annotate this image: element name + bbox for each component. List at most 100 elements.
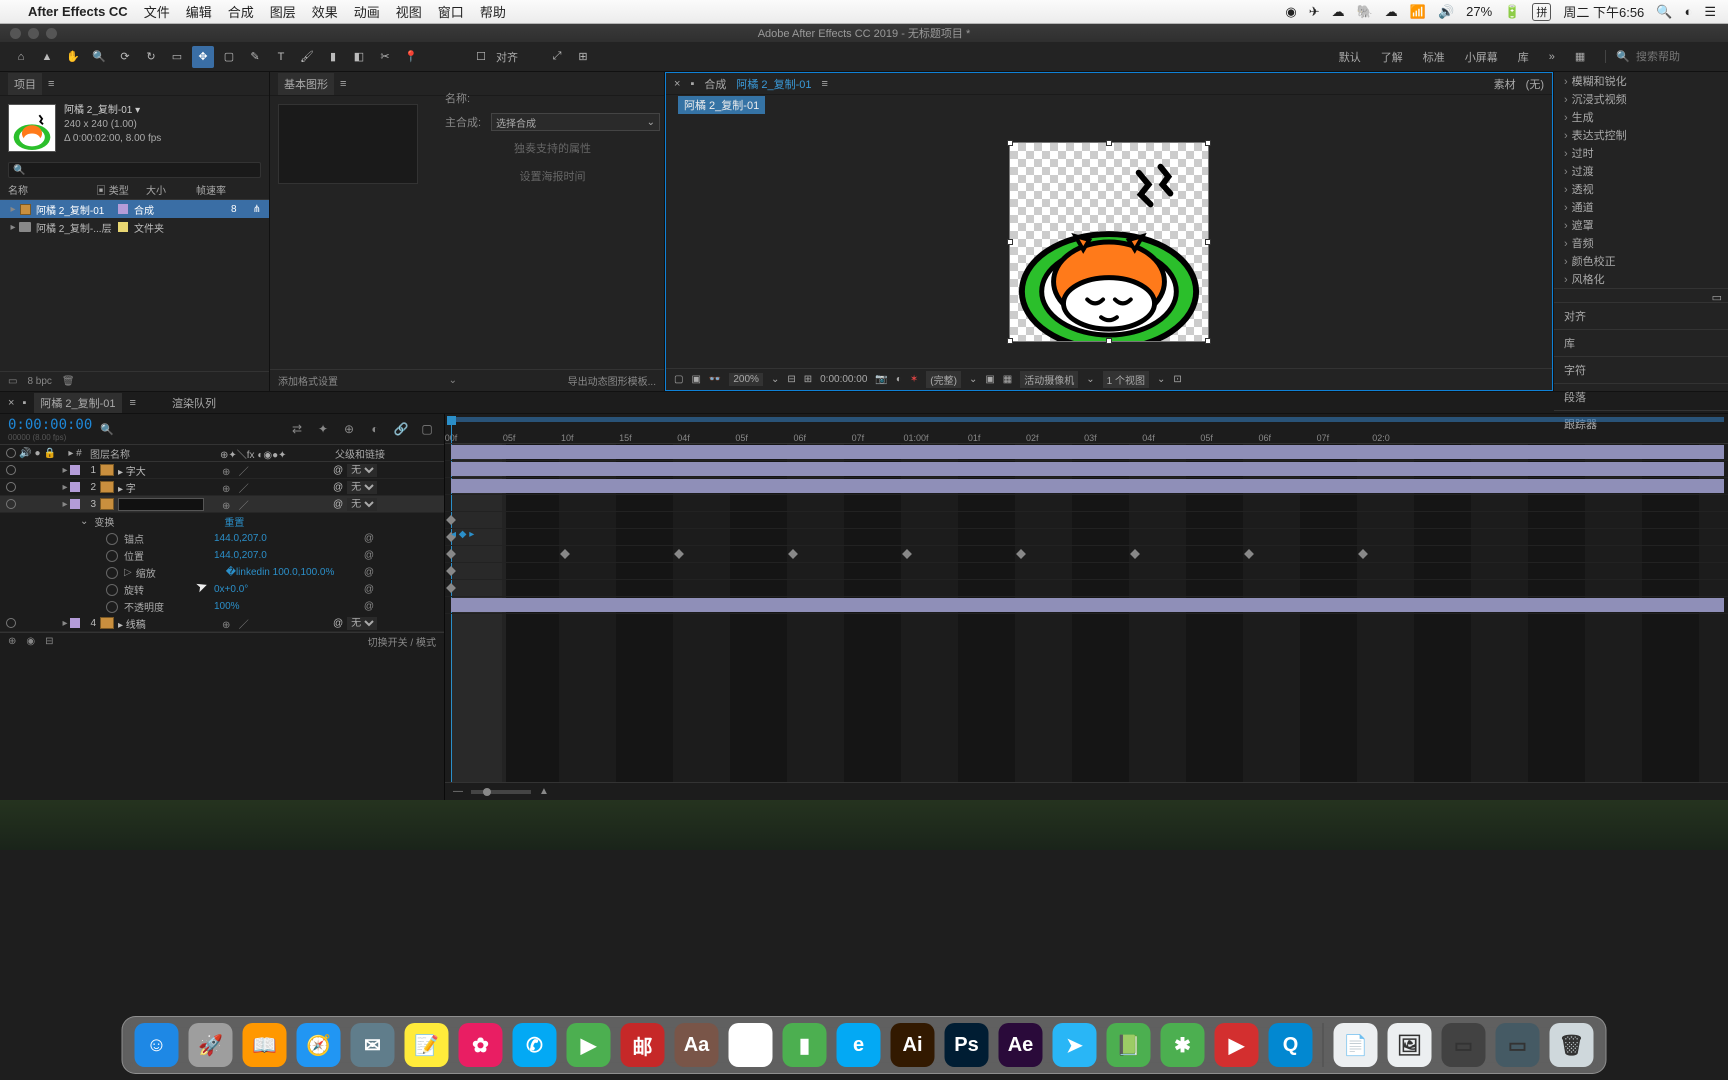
track-row[interactable]	[445, 512, 1728, 529]
col-parent[interactable]: 父级和链接	[335, 446, 444, 461]
property-value[interactable]: 144.0,207.0	[214, 533, 267, 544]
dock-app[interactable]: 📗	[1107, 1023, 1151, 1067]
dock-app[interactable]: ✿	[459, 1023, 503, 1067]
layer-color[interactable]	[70, 482, 80, 492]
dock-app[interactable]: Ps	[945, 1023, 989, 1067]
fx-category[interactable]: 风格化	[1554, 270, 1728, 288]
zoom-tool[interactable]: 🔍	[88, 46, 110, 68]
keyframe[interactable]	[1244, 549, 1254, 559]
parent-dropdown[interactable]: 无	[347, 464, 377, 477]
viewer-camera[interactable]: 活动摄像机	[1020, 371, 1078, 388]
clock[interactable]: 周二 下午6:56	[1563, 2, 1644, 21]
orbit-tool[interactable]: ⟳	[114, 46, 136, 68]
dock-app[interactable]: 📖	[243, 1023, 287, 1067]
visibility-toggle[interactable]	[6, 499, 16, 509]
viewer-btn[interactable]: ▦	[1003, 374, 1012, 385]
parent-dropdown[interactable]: 无	[347, 617, 377, 630]
track-row[interactable]	[445, 444, 1728, 461]
project-item-name[interactable]: 阿橘 2_复制-01 ▾	[64, 104, 161, 118]
pickwhip-icon[interactable]: @	[333, 482, 343, 493]
dock-app[interactable]: 🧭	[297, 1023, 341, 1067]
ime-indicator[interactable]: 拼	[1532, 3, 1551, 21]
timeline-comp-tab[interactable]: 阿橘 2_复制-01	[34, 393, 121, 413]
track-row[interactable]	[445, 597, 1728, 614]
status-icon[interactable]: ✈	[1309, 4, 1320, 20]
volume-icon[interactable]: 🔊	[1438, 4, 1454, 20]
twisty-icon[interactable]: ▸	[60, 499, 70, 510]
property-rotation[interactable]: 旋转0x+0.0°@	[0, 581, 444, 598]
dock-app[interactable]: ▭	[1496, 1023, 1540, 1067]
menu-effect[interactable]: 效果	[312, 2, 338, 21]
keyframe[interactable]	[674, 549, 684, 559]
brush-tool[interactable]: 🖌	[296, 46, 318, 68]
layer-bar[interactable]	[451, 479, 1724, 493]
keyframe[interactable]	[560, 549, 570, 559]
tl-foot-icon[interactable]: ⊕	[8, 636, 16, 647]
stopwatch-icon[interactable]	[106, 533, 118, 545]
dock-app[interactable]: Q	[1269, 1023, 1313, 1067]
viewer-btn[interactable]: 👓	[709, 374, 721, 385]
battery-icon[interactable]: 🔋	[1504, 4, 1520, 20]
keyframe-nav[interactable]: ◂ ◆ ▸	[451, 529, 474, 540]
property-opacity[interactable]: 不透明度100%@	[0, 598, 444, 615]
viewer-btn[interactable]: ▢	[674, 374, 683, 385]
fx-category[interactable]: 过渡	[1554, 162, 1728, 180]
layer-row[interactable]: ▸ 4 ▸ 线稿 ⊕ ／ @ 无	[0, 615, 444, 632]
col-size[interactable]: 大小	[146, 182, 196, 197]
layer-bar[interactable]	[451, 598, 1724, 612]
layer-switches[interactable]: ⊕ ／	[218, 480, 333, 495]
dock-app[interactable]: ▭	[1442, 1023, 1486, 1067]
track-row[interactable]	[445, 478, 1728, 495]
eraser-tool[interactable]: ◧	[348, 46, 370, 68]
pickwhip-icon[interactable]: @	[333, 465, 343, 476]
keyframe[interactable]	[1358, 549, 1368, 559]
keyframe[interactable]	[1016, 549, 1026, 559]
interpret-icon[interactable]: ▭	[8, 376, 17, 387]
stopwatch-icon[interactable]	[106, 601, 118, 613]
property-anchor[interactable]: 锚点144.0,207.0@	[0, 530, 444, 547]
workspace-grid-icon[interactable]: ▦	[1575, 50, 1585, 63]
rect-tool[interactable]: ▢	[218, 46, 240, 68]
layer-name[interactable]: ▸ 线稿	[118, 616, 218, 631]
dock-app[interactable]: 📄	[1334, 1023, 1378, 1067]
layer-name[interactable]: ▸ 字	[118, 480, 218, 495]
track-row[interactable]	[445, 580, 1728, 597]
tl-opt-icon[interactable]: 🔗	[392, 420, 410, 438]
property-position[interactable]: 位置144.0,207.0@	[0, 547, 444, 564]
layer-name[interactable]: ▸ 字大	[118, 463, 218, 478]
dock-app[interactable]: 🗑	[1550, 1023, 1594, 1067]
dock-app[interactable]: 🚀	[189, 1023, 233, 1067]
workspace-learn[interactable]: 了解	[1381, 49, 1403, 65]
layer-row[interactable]: ▸ 3 ⊕ ／ @ 无	[0, 496, 444, 513]
layer-switches[interactable]: ⊕ ／	[218, 497, 333, 512]
layer-bar[interactable]	[451, 445, 1724, 459]
layer-switches[interactable]: ⊕ ／	[218, 463, 333, 478]
layer-row[interactable]: ▸ 1 ▸ 字大 ⊕ ／ @ 无	[0, 462, 444, 479]
viewer-zoom[interactable]: 200%	[729, 373, 763, 386]
visibility-toggle[interactable]	[6, 465, 16, 475]
stopwatch-icon[interactable]	[106, 567, 118, 579]
fx-category[interactable]: 音频	[1554, 234, 1728, 252]
property-value[interactable]: �linkedin 100.0,100.0%	[226, 567, 335, 578]
roto-tool[interactable]: ✂	[374, 46, 396, 68]
zoom-in-icon[interactable]: ▲	[539, 786, 549, 797]
tl-opt-icon[interactable]: ✦	[314, 420, 332, 438]
puppet-tool[interactable]: 📍	[400, 46, 422, 68]
panel-menu-icon[interactable]: ≡	[130, 397, 136, 409]
layer-color[interactable]	[70, 618, 80, 628]
egp-poster[interactable]: 设置海报时间	[445, 162, 660, 190]
trash-icon[interactable]: 🗑	[62, 376, 75, 387]
fx-category[interactable]: 生成	[1554, 108, 1728, 126]
panel-menu-icon[interactable]: ≡	[340, 78, 346, 90]
stopwatch-icon[interactable]	[106, 550, 118, 562]
playhead[interactable]	[451, 416, 452, 443]
layer-color[interactable]	[70, 499, 80, 509]
dock-app[interactable]: ➤	[1053, 1023, 1097, 1067]
track-row[interactable]	[445, 546, 1728, 563]
dock-app[interactable]: ✉	[351, 1023, 395, 1067]
tl-opt-icon[interactable]: ▢	[418, 420, 436, 438]
keyframe[interactable]	[902, 549, 912, 559]
notification-center-icon[interactable]: ☰	[1704, 4, 1716, 20]
keyframe[interactable]	[446, 566, 456, 576]
render-queue-tab[interactable]: 渲染队列	[172, 395, 216, 411]
